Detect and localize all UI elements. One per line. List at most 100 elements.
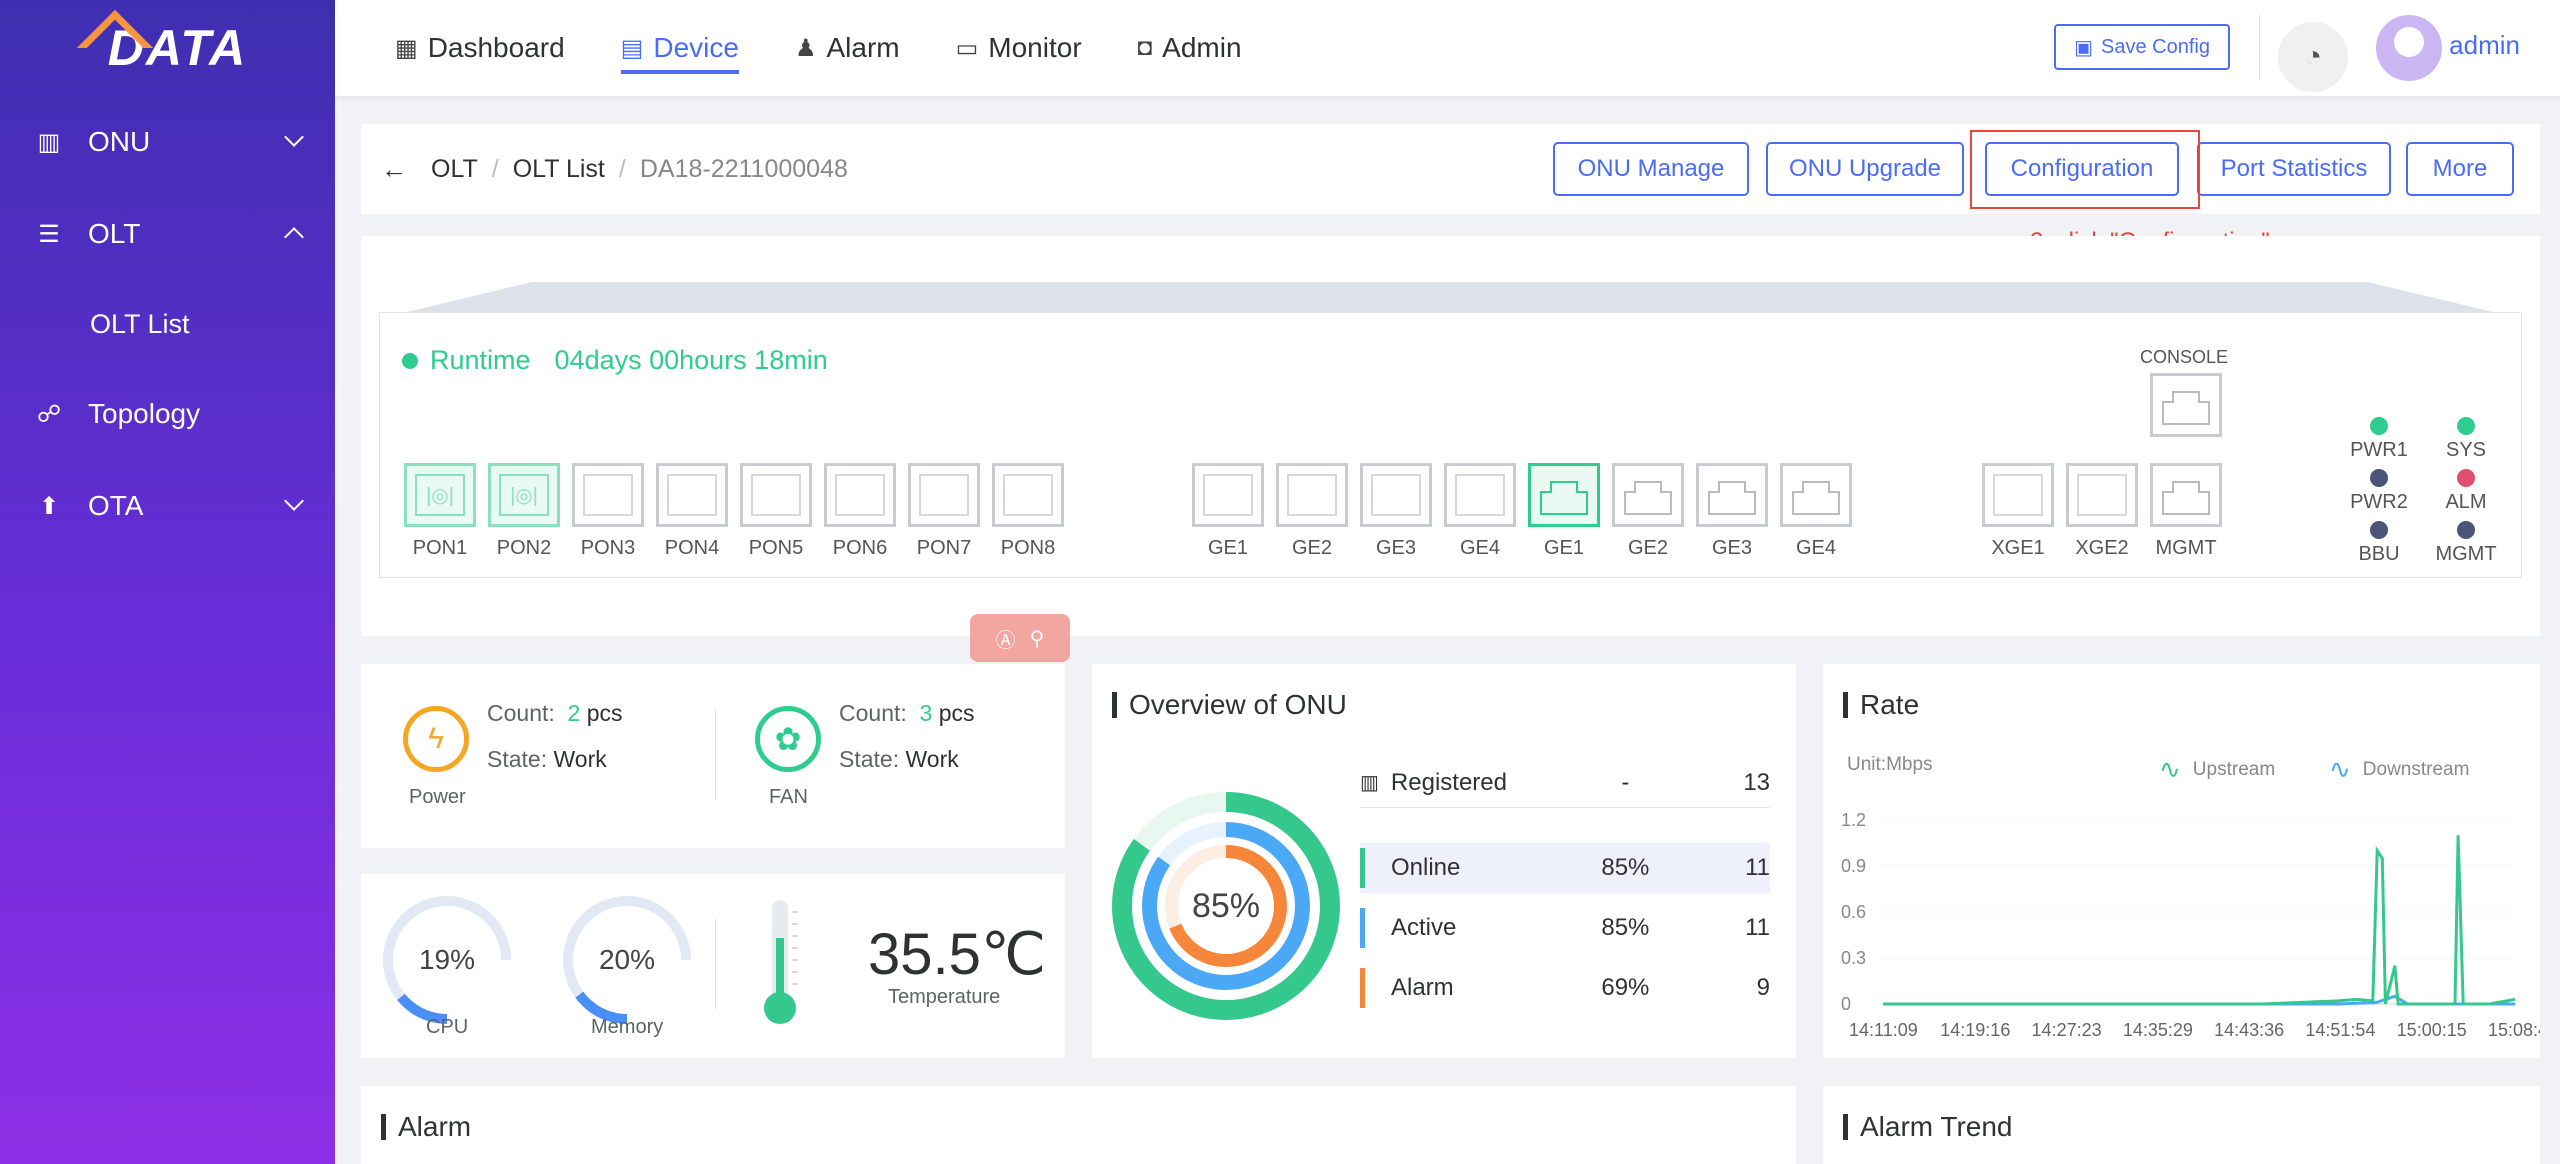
sidebar-item-olt[interactable]: ☰ OLT	[0, 188, 335, 280]
nav-alarm[interactable]: ♟ Alarm	[795, 0, 900, 96]
search-icon: ⚲	[1029, 627, 1045, 650]
console-label: CONSOLE	[2140, 347, 2229, 367]
sidebar-item-label: OLT List	[90, 308, 190, 339]
led-pwr2	[2370, 469, 2388, 487]
x-tick-label: 14:43:36	[2214, 1020, 2284, 1040]
led-label: ALM	[2445, 491, 2487, 513]
row-count: 9	[1756, 974, 1770, 1001]
olt-icon: ☰	[38, 220, 60, 248]
card-title: Alarm Trend	[1843, 1113, 2013, 1141]
led-sys	[2457, 417, 2475, 435]
onu-manage-button[interactable]: ONU Manage	[1553, 142, 1749, 196]
divider	[715, 918, 716, 1010]
port-pon7[interactable]	[908, 463, 980, 527]
port-label: GE1	[1207, 537, 1249, 559]
username[interactable]: admin	[2449, 30, 2520, 61]
legend-bar	[1360, 908, 1365, 948]
breadcrumb-separator: /	[618, 154, 626, 183]
chevron-down-icon	[284, 491, 304, 511]
port-ge4[interactable]	[1780, 463, 1852, 527]
row-label: Online	[1390, 854, 1461, 881]
port-xge2[interactable]	[2066, 463, 2138, 527]
port-xge1[interactable]	[1982, 463, 2054, 527]
divider	[2259, 14, 2260, 80]
sidebar-item-label: ONU	[88, 126, 151, 157]
donut-center-value: 85%	[1178, 858, 1274, 954]
port-ge1[interactable]	[1528, 463, 1600, 527]
led-label: SYS	[2445, 439, 2487, 461]
port-ge4[interactable]	[1444, 463, 1516, 527]
save-config-button[interactable]: ▣ Save Config	[2054, 24, 2230, 70]
port-ge2[interactable]	[1612, 463, 1684, 527]
sidebar-item-ota[interactable]: ⬆ OTA	[0, 460, 335, 552]
alarm-trend-card: Alarm Trend	[1823, 1086, 2540, 1164]
port-pon2[interactable]: |◎|	[488, 463, 560, 527]
x-tick-label: 14:11:09	[1849, 1020, 1918, 1040]
nav-monitor[interactable]: ▭ Monitor	[956, 0, 1082, 96]
port-pon1[interactable]: |◎|	[404, 463, 476, 527]
port-mgmt[interactable]	[2150, 463, 2222, 527]
power-fan-card: ϟ Count: 2 pcs State: Work Power ✿ Count…	[361, 664, 1065, 848]
port-pon6[interactable]	[824, 463, 896, 527]
port-ge3[interactable]	[1696, 463, 1768, 527]
state-label: State:	[839, 746, 900, 772]
breadcrumb-olt-list[interactable]: OLT List	[513, 155, 605, 184]
ai-icon: Ⓐ	[995, 629, 1016, 652]
x-tick-label: 15:08:42	[2488, 1020, 2540, 1040]
console-port[interactable]	[2150, 373, 2222, 437]
led-alm	[2457, 469, 2475, 487]
breadcrumb: ← OLT / OLT List / DA18-2211000048	[381, 154, 848, 185]
divider	[715, 708, 716, 800]
row-percent: 85%	[1601, 854, 1650, 881]
cpu-label: CPU	[426, 1016, 469, 1038]
sidebar-item-olt-list[interactable]: OLT List	[0, 280, 335, 368]
ai-search-badge[interactable]: Ⓐ ⚲	[970, 614, 1070, 662]
port-pon8[interactable]	[992, 463, 1064, 527]
legend-bar	[1360, 848, 1365, 888]
onu-upgrade-button[interactable]: ONU Upgrade	[1766, 142, 1964, 196]
port-pon3[interactable]	[572, 463, 644, 527]
sidebar-item-onu[interactable]: ▥ ONU	[0, 96, 335, 188]
card-title: Alarm	[381, 1113, 471, 1141]
alarm-card: Alarm	[361, 1086, 1796, 1164]
sidebar-item-label: Topology	[88, 398, 201, 429]
topology-icon: ☍	[36, 400, 62, 428]
y-tick-label: 0.6	[1841, 902, 1866, 922]
row-count: 11	[1745, 854, 1770, 881]
nav-admin[interactable]: ◘ Admin	[1138, 0, 1242, 96]
breadcrumb-olt[interactable]: OLT	[431, 155, 478, 184]
port-label: PON2	[496, 537, 552, 559]
port-label: GE3	[1711, 537, 1753, 559]
dashboard-gauge-icon[interactable]: ◔	[2278, 22, 2348, 92]
led-label: BBU	[2358, 543, 2400, 565]
port-ge1[interactable]	[1192, 463, 1264, 527]
cpu-value: 19%	[418, 944, 476, 975]
port-label: XGE1	[1991, 537, 2045, 559]
led-pwr1	[2370, 417, 2388, 435]
port-pon5[interactable]	[740, 463, 812, 527]
nav-device[interactable]: ▤ Device	[620, 0, 740, 96]
row-count: 13	[1743, 768, 1771, 796]
port-label: GE2	[1291, 537, 1333, 559]
state-value: Work	[905, 746, 959, 772]
sidebar-item-label: OTA	[88, 490, 144, 521]
active-row[interactable]: Active 85% 11	[1360, 903, 1770, 953]
led-label: PWR2	[2350, 491, 2408, 513]
sidebar-item-topology[interactable]: ☍ Topology	[0, 368, 335, 460]
runtime-label: Runtime	[430, 345, 531, 375]
more-button[interactable]: More	[2406, 142, 2514, 196]
series-line-upstream	[1883, 835, 2516, 1006]
power-state: State: Work	[487, 746, 607, 773]
online-row[interactable]: Online 85% 11	[1360, 843, 1770, 893]
port-ge2[interactable]	[1276, 463, 1348, 527]
rate-line-chart: 0 0.3 0.6 0.9 1.2 14:11:09 14:19:16 14:27:23 14:…	[1841, 810, 2540, 1040]
port-ge3[interactable]	[1360, 463, 1432, 527]
alarm-row[interactable]: Alarm 69% 9	[1360, 963, 1770, 1013]
port-label: GE2	[1627, 537, 1669, 559]
nav-dashboard[interactable]: ▦ Dashboard	[395, 0, 565, 96]
port-pon4[interactable]	[656, 463, 728, 527]
registered-row: ▥ Registered - 13	[1360, 758, 1770, 808]
avatar[interactable]	[2376, 15, 2442, 81]
back-arrow-icon[interactable]: ←	[381, 154, 407, 185]
port-statistics-button[interactable]: Port Statistics	[2197, 142, 2391, 196]
